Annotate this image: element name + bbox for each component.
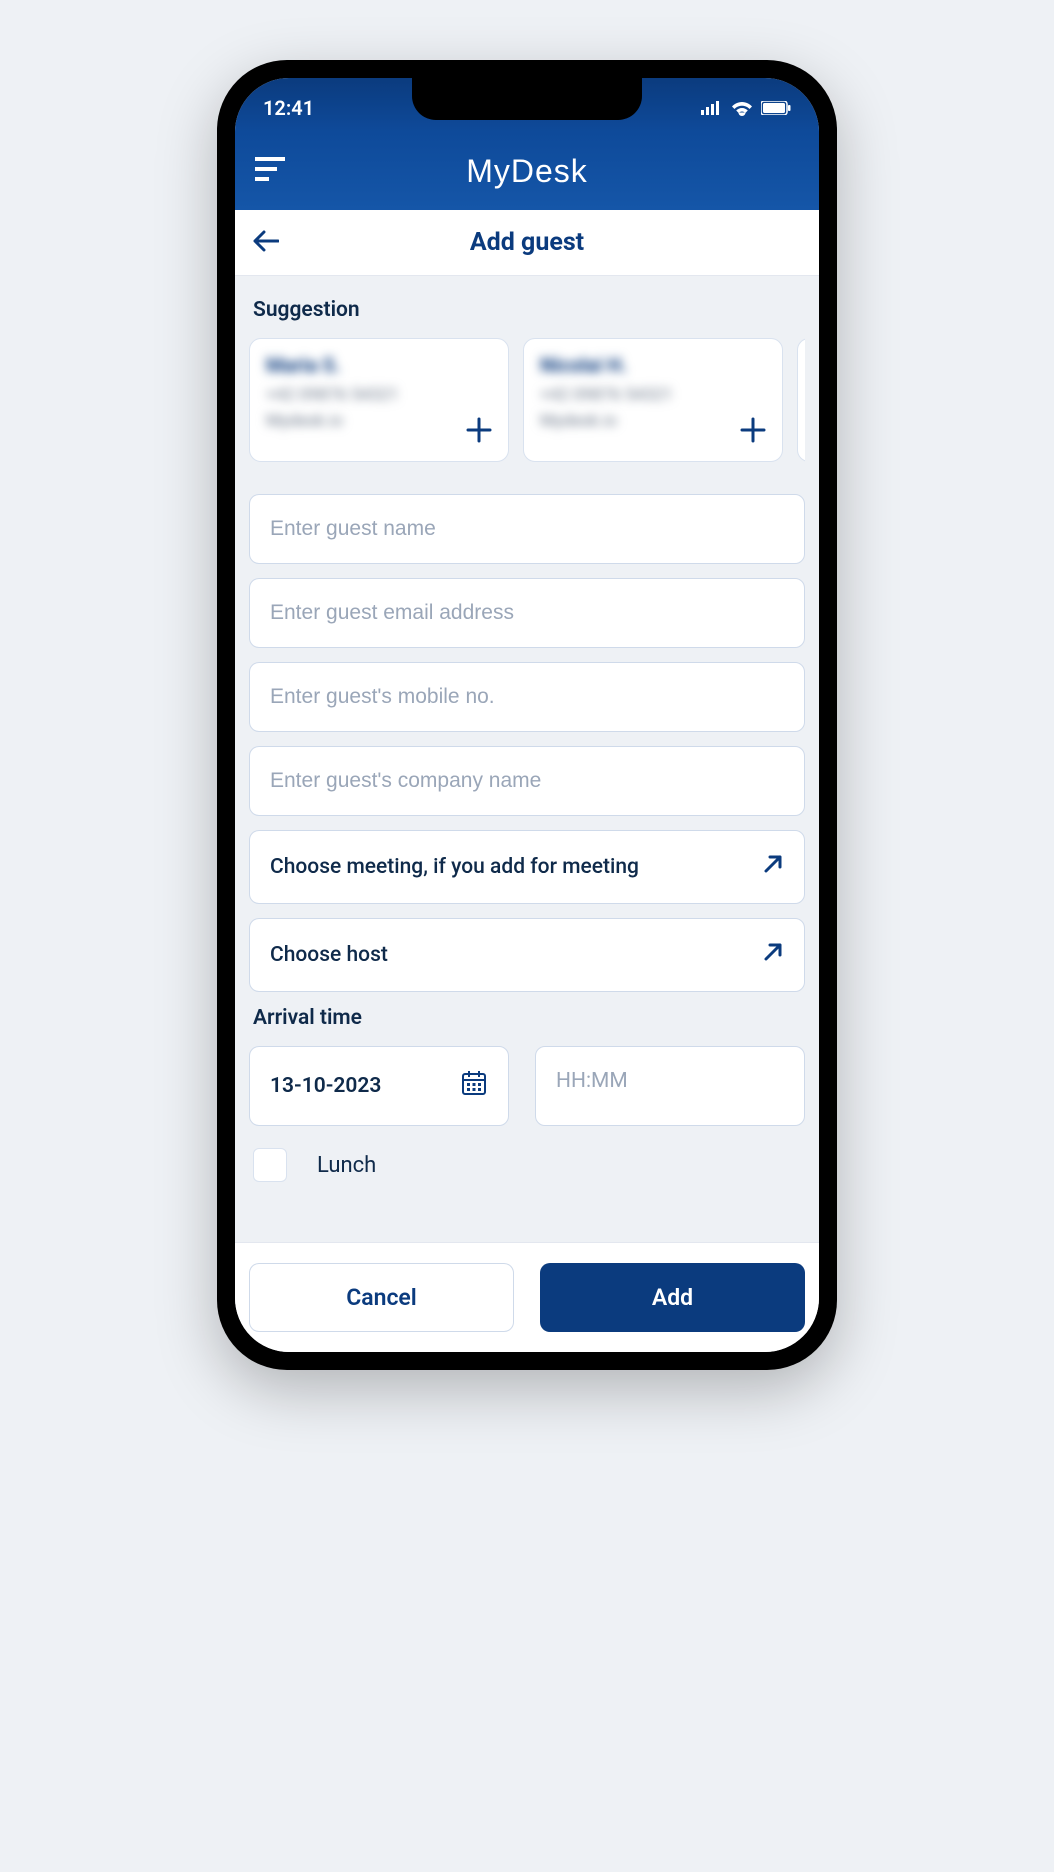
choose-meeting-label: Choose meeting, if you add for meeting xyxy=(270,855,639,879)
battery-icon xyxy=(761,101,791,115)
back-icon[interactable] xyxy=(253,230,279,256)
suggestion-list[interactable]: Maria S. +42 09876 54321 Mydesk.io Nicol… xyxy=(249,338,805,462)
calendar-icon xyxy=(460,1069,488,1103)
bottom-action-bar: Cancel Add xyxy=(235,1242,819,1352)
status-time: 12:41 xyxy=(263,96,314,120)
wifi-icon xyxy=(731,100,753,116)
choose-meeting-select[interactable]: Choose meeting, if you add for meeting xyxy=(249,830,805,904)
guest-company-input[interactable] xyxy=(249,746,805,816)
suggestion-phone: +42 09876 54321 xyxy=(540,383,766,409)
suggestion-card[interactable]: Nicolai H. +42 09876 54321 Mydesk.io xyxy=(523,338,783,462)
menu-icon[interactable] xyxy=(255,157,285,185)
plus-icon[interactable] xyxy=(466,417,492,447)
suggestion-card-overflow[interactable] xyxy=(797,338,805,462)
suggestion-domain: Mydesk.io xyxy=(540,409,766,435)
screen: 12:41 MyDesk xyxy=(235,78,819,1352)
status-icons xyxy=(701,100,791,116)
arrival-date-value: 13-10-2023 xyxy=(270,1074,381,1098)
choose-host-select[interactable]: Choose host xyxy=(249,918,805,992)
app-header: MyDesk xyxy=(235,132,819,210)
plus-icon[interactable] xyxy=(740,417,766,447)
page-title: Add guest xyxy=(470,228,584,257)
arrow-up-right-icon xyxy=(762,853,784,881)
arrival-time-field[interactable]: HH:MM xyxy=(535,1046,805,1126)
arrival-row: 13-10-2023 HH:MM xyxy=(249,1046,805,1126)
phone-frame: 12:41 MyDesk xyxy=(217,60,837,1370)
cancel-button[interactable]: Cancel xyxy=(249,1263,514,1332)
app-title: MyDesk xyxy=(466,153,588,190)
signal-icon xyxy=(701,101,723,115)
suggestion-phone: +42 09876 54321 xyxy=(266,383,492,409)
suggestion-domain: Mydesk.io xyxy=(266,409,492,435)
content-scroll[interactable]: Suggestion Maria S. +42 09876 54321 Myde… xyxy=(235,276,819,1242)
guest-mobile-input[interactable] xyxy=(249,662,805,732)
arrival-date-field[interactable]: 13-10-2023 xyxy=(249,1046,509,1126)
guest-email-input[interactable] xyxy=(249,578,805,648)
suggestion-label: Suggestion xyxy=(253,298,801,322)
add-button[interactable]: Add xyxy=(540,1263,805,1332)
choose-host-label: Choose host xyxy=(270,943,388,967)
lunch-label: Lunch xyxy=(317,1153,376,1178)
suggestion-card[interactable]: Maria S. +42 09876 54321 Mydesk.io xyxy=(249,338,509,462)
guest-name-input[interactable] xyxy=(249,494,805,564)
arrival-time-label: Arrival time xyxy=(253,1006,801,1030)
lunch-checkbox[interactable] xyxy=(253,1148,287,1182)
arrival-time-placeholder: HH:MM xyxy=(556,1069,628,1093)
suggestion-name: Maria S. xyxy=(266,353,492,377)
device-notch xyxy=(412,78,642,120)
lunch-row: Lunch xyxy=(253,1148,801,1182)
page-header: Add guest xyxy=(235,210,819,276)
suggestion-name: Nicolai H. xyxy=(540,353,766,377)
arrow-up-right-icon xyxy=(762,941,784,969)
